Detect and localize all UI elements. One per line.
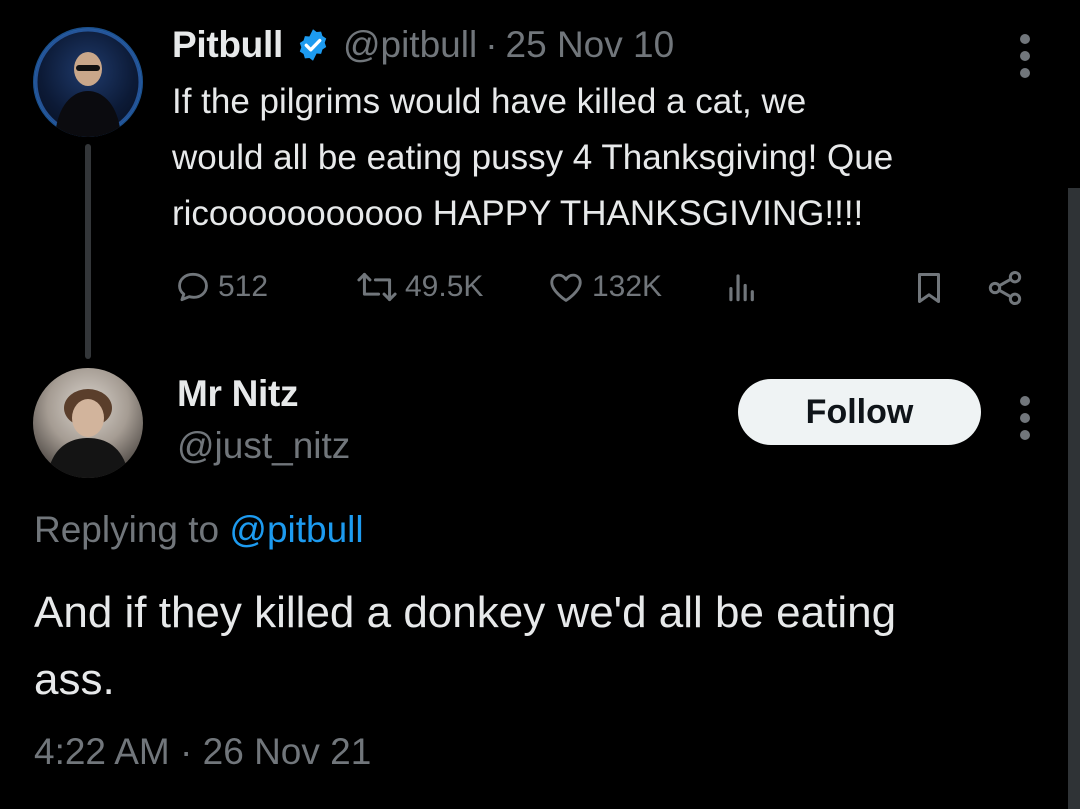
- replying-prefix: Replying to: [34, 509, 220, 550]
- more-icon[interactable]: [1019, 396, 1031, 447]
- retweet-button[interactable]: 49.5K: [355, 268, 483, 306]
- reply-tweet-text: And if they killed a donkey we'd all be …: [34, 579, 1054, 713]
- thread-line: [85, 144, 91, 359]
- replying-to: Replying to @pitbull: [34, 509, 364, 551]
- tweet-text-line: And if they killed a donkey we'd all be …: [34, 588, 897, 637]
- pitbull-avatar[interactable]: [33, 27, 143, 137]
- views-icon: [729, 274, 754, 302]
- author-name[interactable]: Pitbull: [172, 24, 283, 66]
- reply-icon: [178, 272, 208, 302]
- reply-button[interactable]: 512: [174, 268, 268, 306]
- retweet-icon: [357, 272, 397, 302]
- follow-button[interactable]: Follow: [738, 379, 981, 445]
- mr-nitz-avatar[interactable]: [33, 368, 143, 478]
- reply-time: 4:22 AM: [34, 731, 170, 772]
- reply-author-name[interactable]: Mr Nitz: [177, 373, 299, 415]
- share-button[interactable]: [985, 268, 1031, 308]
- reply-count: 512: [218, 270, 269, 303]
- tweet-text-line: If the pilgrims would have killed a cat,…: [172, 82, 807, 121]
- reply-date: 26 Nov 21: [202, 731, 372, 772]
- author-name[interactable]: Mr Nitz: [177, 373, 299, 414]
- avatar-figure-icon: [34, 28, 142, 137]
- retweet-count: 49.5K: [405, 270, 484, 303]
- bookmark-button[interactable]: [910, 268, 954, 308]
- bookmark-icon: [917, 273, 941, 303]
- scrollbar[interactable]: [1068, 188, 1080, 809]
- share-icon: [988, 271, 1022, 305]
- replying-mention-link[interactable]: @pitbull: [229, 509, 363, 550]
- reply-author-handle[interactable]: @just_nitz: [177, 425, 350, 467]
- author-handle[interactable]: @pitbull: [343, 24, 477, 66]
- verified-badge-icon: [295, 27, 331, 63]
- tweet-text-line: ass.: [34, 655, 115, 704]
- author-handle[interactable]: @just_nitz: [177, 425, 350, 466]
- like-icon: [550, 273, 582, 302]
- tweet-date[interactable]: 25 Nov 10: [506, 24, 675, 66]
- views-button[interactable]: [722, 268, 768, 306]
- parent-tweet-text: If the pilgrims would have killed a cat,…: [172, 74, 1052, 242]
- timestamp-separator: ·: [180, 731, 193, 772]
- like-count: 132K: [592, 270, 663, 303]
- tweet-text-line: would all be eating pussy 4 Thanksgiving…: [172, 138, 894, 177]
- parent-tweet-header: Pitbull @pitbull · 25 Nov 10: [172, 24, 674, 66]
- like-button[interactable]: 132K: [546, 268, 662, 306]
- avatar-figure-icon: [47, 389, 129, 478]
- reply-timestamp[interactable]: 4:22 AM · 26 Nov 21: [34, 731, 371, 773]
- tweet-text-line: ricooooooooooo HAPPY THANKSGIVING!!!!: [172, 194, 864, 233]
- header-separator: ·: [485, 24, 498, 65]
